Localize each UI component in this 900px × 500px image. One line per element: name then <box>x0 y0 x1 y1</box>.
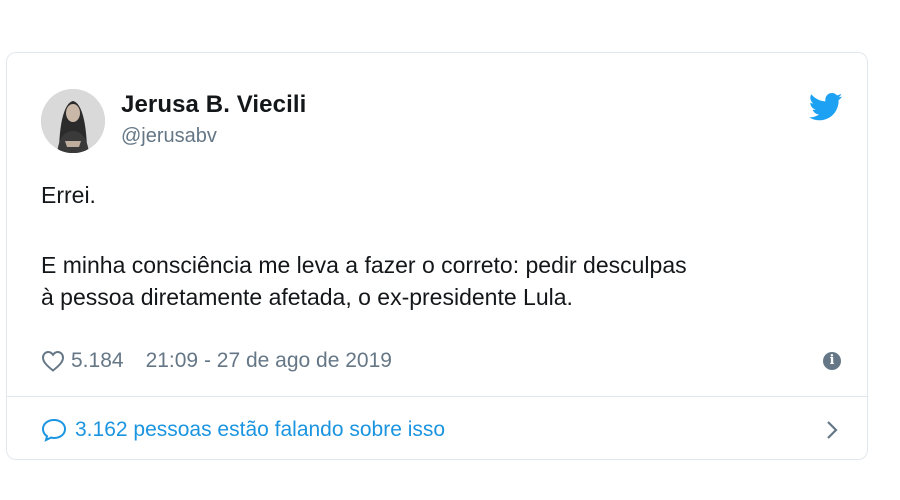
tweet-text-line: à pessoa diretamente afetada, o ex-presi… <box>41 284 573 310</box>
avatar[interactable] <box>41 89 105 153</box>
tweet-text-line: Errei. <box>41 182 96 208</box>
chevron-right-icon[interactable] <box>825 419 839 441</box>
tweet-text: Errei. E minha consciência me leva a faz… <box>41 179 841 313</box>
tweet-timestamp[interactable]: 21:09 - 27 de ago de 2019 <box>146 349 392 373</box>
speech-bubble-icon <box>41 418 67 442</box>
info-icon[interactable]: i <box>823 352 841 370</box>
avatar-photo <box>41 89 105 153</box>
conversation-link[interactable]: 3.162 pessoas estão falando sobre isso <box>41 413 841 447</box>
tweet-meta: 5.184 21:09 - 27 de ago de 2019 i <box>41 346 841 376</box>
heart-icon[interactable] <box>41 350 65 372</box>
divider <box>7 396 867 397</box>
author-handle[interactable]: @jerusabv <box>121 125 217 148</box>
tweet-header: Jerusa B. Viecili @jerusabv <box>41 89 843 153</box>
like-count[interactable]: 5.184 <box>71 349 124 373</box>
tweet-text-line: E minha consciência me leva a fazer o co… <box>41 252 687 278</box>
author-name[interactable]: Jerusa B. Viecili <box>121 91 306 119</box>
twitter-bird-icon[interactable] <box>809 93 843 121</box>
conversation-text[interactable]: 3.162 pessoas estão falando sobre isso <box>75 418 445 442</box>
embedded-tweet-card: Jerusa B. Viecili @jerusabv Errei. E min… <box>6 52 868 460</box>
